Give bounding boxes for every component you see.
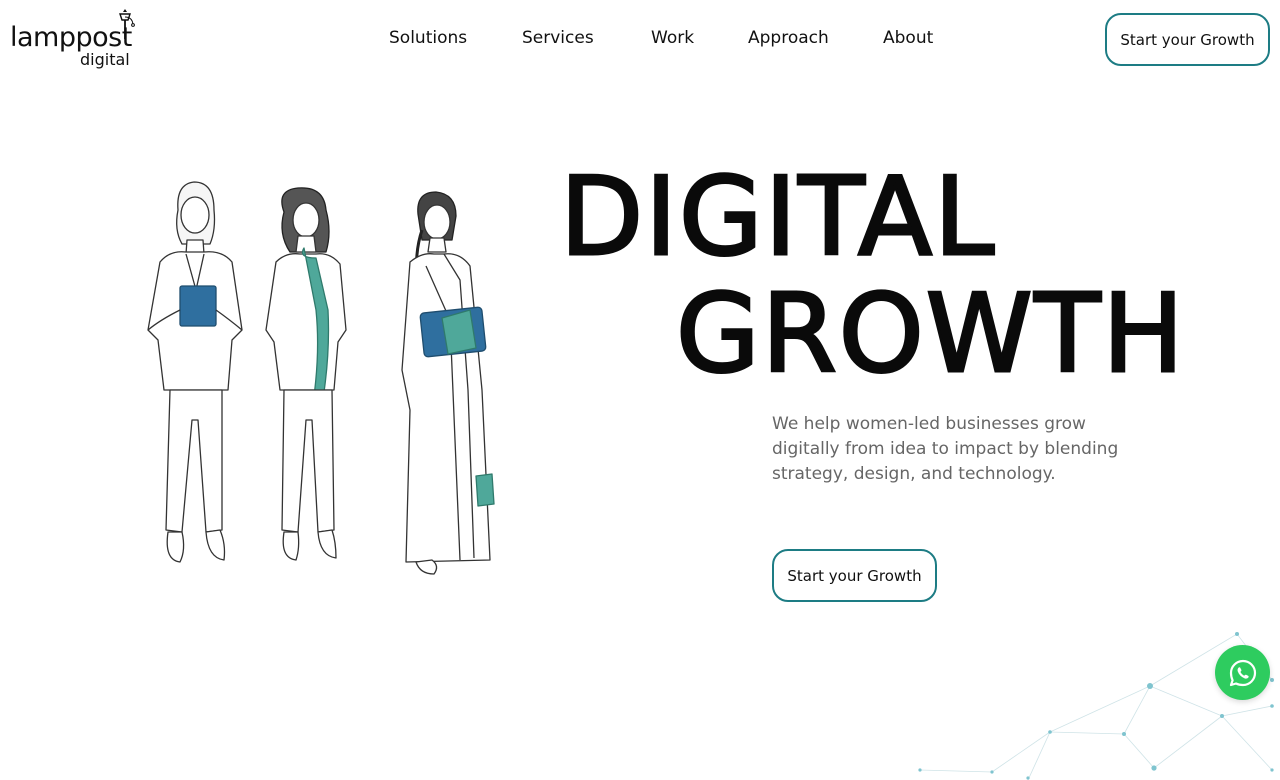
- nav-item-work[interactable]: Work: [651, 28, 694, 48]
- woman-1-figure: [147, 181, 243, 563]
- nav-item-about[interactable]: About: [883, 28, 933, 48]
- nav-item-solutions[interactable]: Solutions: [389, 28, 467, 48]
- whatsapp-icon: [1229, 659, 1256, 686]
- nav-item-approach[interactable]: Approach: [748, 28, 829, 48]
- hero-start-growth-button[interactable]: Start your Growth: [772, 549, 937, 602]
- woman-3-figure: [401, 191, 495, 575]
- hero-description: We help women-led businesses grow digita…: [772, 414, 1119, 484]
- main-nav: Solutions Services Work Approach About: [0, 28, 1280, 52]
- brand-sub: digital: [80, 50, 130, 69]
- whatsapp-button[interactable]: [1215, 645, 1270, 700]
- header-start-growth-button[interactable]: Start your Growth: [1105, 13, 1270, 66]
- woman-2-figure: [265, 187, 347, 561]
- nav-item-services[interactable]: Services: [522, 28, 594, 48]
- hero-title-line-2: GROWTH: [675, 271, 1186, 399]
- hero-title-line-1: DIGITAL: [558, 154, 997, 282]
- page: lamppost digital Solutions Services Work…: [0, 0, 1280, 780]
- hero-illustration-three-women: [147, 181, 495, 575]
- network-decoration: [918, 632, 1274, 780]
